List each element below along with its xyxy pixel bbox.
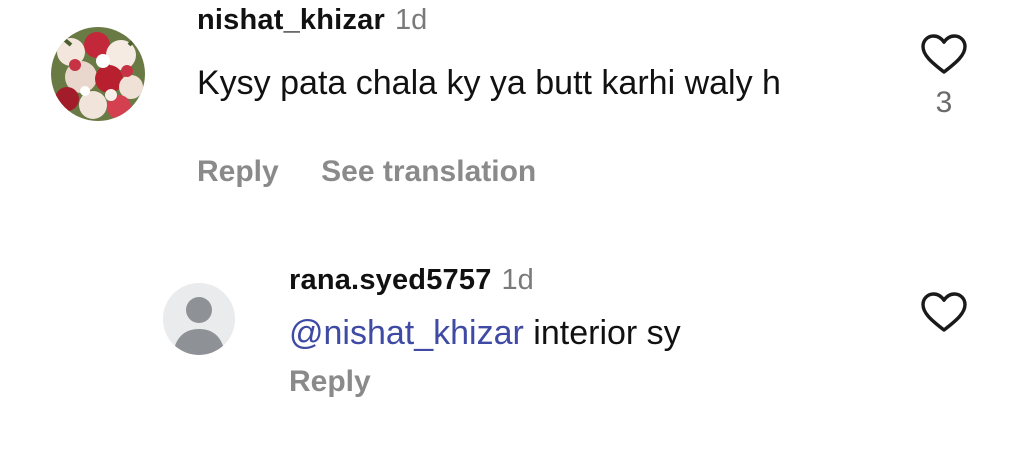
- comment-header: nishat_khizar 1d: [197, 4, 427, 37]
- reply-button[interactable]: Reply: [197, 155, 279, 188]
- comment-actions: Reply: [289, 365, 409, 399]
- comment-text: Kysy pata chala ky ya butt karhi waly h: [197, 64, 781, 102]
- comment-text-rest: interior sy: [523, 314, 681, 352]
- username[interactable]: rana.syed5757: [289, 264, 492, 296]
- avatar[interactable]: [163, 283, 235, 355]
- comment-header: rana.syed5757 1d: [289, 264, 534, 297]
- reply-button[interactable]: Reply: [289, 365, 371, 398]
- like-count: 3: [935, 86, 953, 119]
- comment-actions: Reply See translation: [197, 155, 574, 189]
- like-button[interactable]: [918, 33, 970, 75]
- timestamp: 1d: [394, 4, 428, 36]
- comment-text: @nishat_khizar interior sy: [289, 309, 681, 357]
- avatar[interactable]: [51, 27, 145, 121]
- flower-photo-icon: [51, 27, 145, 121]
- mention-link[interactable]: @nishat_khizar: [289, 314, 524, 352]
- like-button[interactable]: [918, 291, 970, 333]
- heart-outline-icon: [921, 292, 967, 332]
- heart-outline-icon: [921, 34, 967, 74]
- see-translation-button[interactable]: See translation: [321, 155, 536, 188]
- default-user-icon: [163, 283, 235, 355]
- timestamp: 1d: [501, 264, 534, 296]
- username[interactable]: nishat_khizar: [197, 4, 385, 36]
- reply-comment: rana.syed5757 1d @nishat_khizar interior …: [0, 215, 1024, 454]
- comment: nishat_khizar 1d Kysy pata chala ky ya bu…: [0, 0, 1024, 215]
